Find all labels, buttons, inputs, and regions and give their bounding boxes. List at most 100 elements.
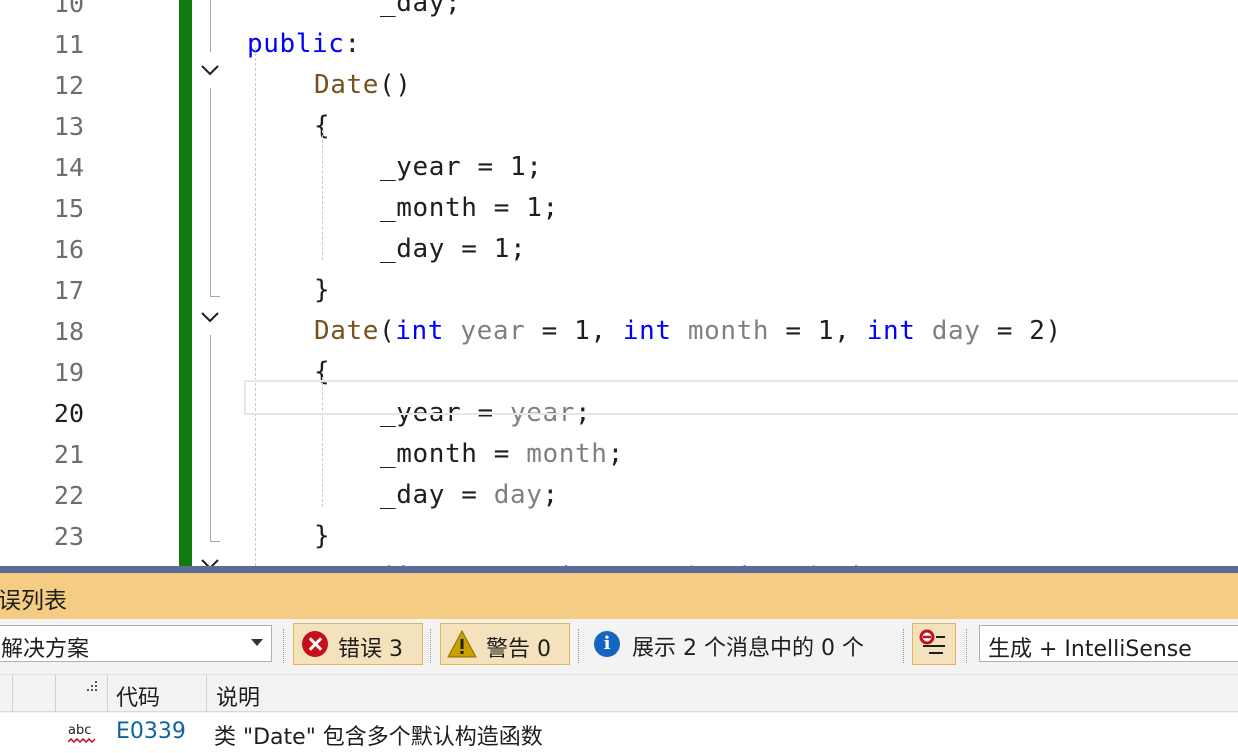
- line-number: 17: [53, 276, 84, 305]
- code-token: month: [687, 316, 770, 346]
- column-separator: [206, 675, 207, 712]
- collapse-chevron-icon[interactable]: [199, 306, 221, 328]
- column-header-description[interactable]: 说明: [216, 680, 260, 712]
- toolbar-separator: [283, 629, 285, 663]
- toolbar-separator: [966, 629, 968, 663]
- error-list-panel: 误列表 个解决方案 错误 3 警告 0 i 展示 2 个消息中的 0 个: [0, 566, 1238, 753]
- code-line[interactable]: 13{: [0, 103, 1238, 144]
- code-text: Date(): [314, 70, 412, 100]
- line-number: 15: [53, 194, 84, 223]
- panel-title-bar[interactable]: 误列表: [0, 573, 1238, 619]
- code-token: :: [344, 29, 361, 59]
- code-line[interactable]: 17}: [0, 267, 1238, 308]
- code-token: Date: [314, 316, 380, 346]
- code-token: day: [931, 316, 981, 346]
- code-line[interactable]: 14 _year = 1;: [0, 144, 1238, 185]
- build-filter-dropdown[interactable]: 生成 + IntelliSense: [979, 625, 1238, 662]
- code-line[interactable]: 22 _day = day;: [0, 472, 1238, 513]
- collapse-chevron-icon[interactable]: [199, 553, 221, 566]
- line-number: 11: [53, 30, 84, 59]
- code-token: _day =: [380, 480, 494, 510]
- outline-line: [210, 335, 211, 541]
- code-token: year: [460, 316, 526, 346]
- code-token: public: [247, 29, 345, 59]
- code-text: _day = 1;: [380, 234, 526, 264]
- code-token: (): [379, 70, 412, 100]
- column-options-icon[interactable]: [87, 681, 99, 691]
- panel-splitter[interactable]: [0, 566, 1238, 573]
- column-header-code[interactable]: 代码: [116, 680, 160, 712]
- code-token: _month = 1;: [380, 193, 559, 223]
- column-separator: [107, 675, 108, 712]
- scope-dropdown[interactable]: 个解决方案: [0, 625, 272, 662]
- code-line[interactable]: 23}: [0, 513, 1238, 554]
- column-separator: [55, 675, 56, 712]
- filter-icon: [919, 629, 945, 654]
- line-number: 18: [53, 317, 84, 346]
- panel-title: 误列表: [0, 588, 67, 614]
- code-token: _month =: [380, 439, 527, 469]
- code-line[interactable]: 15 _month = 1;: [0, 185, 1238, 226]
- toolbar-separator: [430, 629, 432, 663]
- code-token: int: [622, 316, 672, 346]
- code-token: }: [314, 521, 331, 551]
- scope-dropdown-value: 个解决方案: [0, 637, 90, 662]
- code-token: _year = 1;: [380, 152, 543, 182]
- table-row[interactable]: abc E0339 类 "Date" 包含多个默认构造函数: [0, 713, 1238, 753]
- code-line[interactable]: 21 _month = month;: [0, 431, 1238, 472]
- line-number: 13: [53, 112, 84, 141]
- code-token: = 1,: [525, 316, 623, 346]
- line-number: 12: [53, 71, 84, 100]
- code-token: = 2): [980, 316, 1062, 346]
- messages-filter-button[interactable]: i 展示 2 个消息中的 0 个: [578, 623, 898, 665]
- messages-filter-label: 展示 2 个消息中的 0 个: [632, 636, 864, 661]
- code-token: _day;: [380, 0, 462, 18]
- column-separator: [12, 675, 13, 712]
- code-token: ;: [542, 480, 559, 510]
- code-text: _month = 1;: [380, 193, 559, 223]
- current-line-highlight: [244, 380, 1238, 415]
- warnings-filter-label: 警告 0: [486, 637, 551, 662]
- code-token: Date: [314, 70, 380, 100]
- code-token: (: [379, 316, 396, 346]
- code-token: month: [526, 439, 608, 469]
- line-number: 23: [53, 522, 84, 551]
- code-text: _year = 1;: [380, 152, 543, 182]
- code-line[interactable]: 12 Date(): [0, 62, 1238, 103]
- line-number: 21: [53, 440, 84, 469]
- code-editor[interactable]: 10 _day; 11 public: 12 Date() 13{14 _year = 1; 1…: [0, 0, 1238, 566]
- collapse-chevron-icon[interactable]: [199, 59, 221, 81]
- errors-filter-button[interactable]: 错误 3: [293, 623, 423, 665]
- code-token: int: [866, 316, 916, 346]
- indent-guide: [322, 130, 323, 260]
- error-description: 类 "Date" 包含多个默认构造函数: [214, 725, 543, 750]
- line-number: 20: [53, 399, 84, 428]
- abc-spelling-icon: abc: [68, 723, 92, 738]
- line-number: 22: [53, 481, 84, 510]
- error-list-toolbar: 个解决方案 错误 3 警告 0 i 展示 2 个消息中的 0 个: [0, 619, 1238, 675]
- toolbar-separator: [903, 629, 905, 663]
- code-token: int: [395, 316, 445, 346]
- error-code: E0339: [116, 719, 186, 744]
- outline-line: [210, 88, 211, 296]
- code-token: day: [493, 480, 543, 510]
- outline-end: [210, 541, 220, 542]
- code-line[interactable]: 18 Date(int year = 1, int month = 1, int …: [0, 308, 1238, 349]
- warning-icon: [447, 630, 477, 658]
- code-text: }: [314, 275, 330, 305]
- outline-end: [210, 296, 220, 297]
- code-line[interactable]: 24Date(int year, int month, int day): [0, 554, 1238, 566]
- warnings-filter-button[interactable]: 警告 0: [440, 623, 570, 665]
- code-line[interactable]: 16 _day = 1;: [0, 226, 1238, 267]
- line-number: 14: [53, 153, 84, 182]
- code-token: ;: [607, 439, 624, 469]
- error-icon: [302, 631, 328, 657]
- filter-toggle-button[interactable]: [912, 623, 956, 665]
- code-text: Date(int year = 1, int month = 1, int da…: [314, 316, 1062, 346]
- code-line[interactable]: 11 public:: [0, 21, 1238, 62]
- code-line[interactable]: 10 _day;: [0, 0, 1238, 21]
- squiggle-underline: [68, 738, 96, 744]
